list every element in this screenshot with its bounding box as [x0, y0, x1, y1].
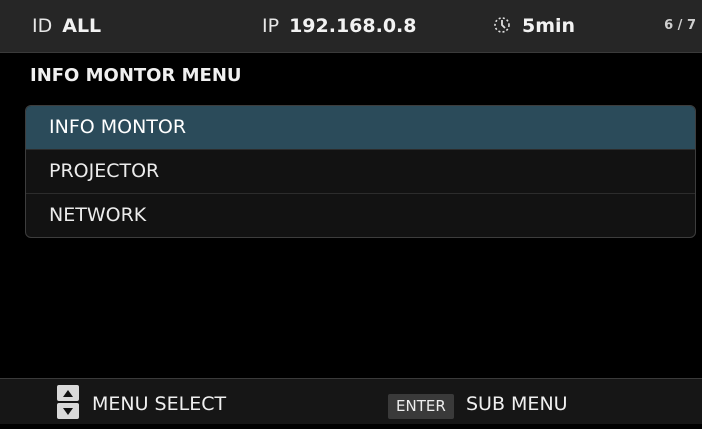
footer-hints: MENU SELECT ENTER SUB MENU	[0, 378, 702, 424]
sub-menu-hint: SUB MENU	[466, 393, 568, 415]
ip-value: 192.168.0.8	[289, 15, 417, 37]
id-indicator: ID ALL	[32, 0, 101, 52]
timer-value: 5min	[522, 15, 576, 37]
menu-select-hint: MENU SELECT	[92, 393, 227, 415]
id-value: ALL	[62, 15, 102, 37]
up-arrow-icon	[57, 385, 79, 401]
menu-title: INFO MONTOR MENU	[30, 65, 242, 86]
up-down-arrow-icon	[57, 385, 79, 421]
timer-indicator: 5min	[492, 0, 575, 52]
menu-item-projector[interactable]: PROJECTOR	[26, 149, 695, 193]
status-bar: ID ALL IP 192.168.0.8 5min 6 / 7	[0, 0, 702, 53]
page-indicator: 6 / 7	[664, 18, 696, 33]
timer-icon	[492, 3, 512, 33]
ip-key: IP	[262, 15, 280, 37]
ip-indicator: IP 192.168.0.8	[262, 0, 416, 52]
menu-item-network[interactable]: NETWORK	[26, 193, 695, 237]
id-key: ID	[32, 15, 53, 37]
enter-key-badge: ENTER	[388, 394, 454, 419]
menu-item-info-montor[interactable]: INFO MONTOR	[26, 106, 695, 149]
down-arrow-icon	[57, 403, 79, 419]
menu-list: INFO MONTOR PROJECTOR NETWORK	[25, 105, 696, 238]
